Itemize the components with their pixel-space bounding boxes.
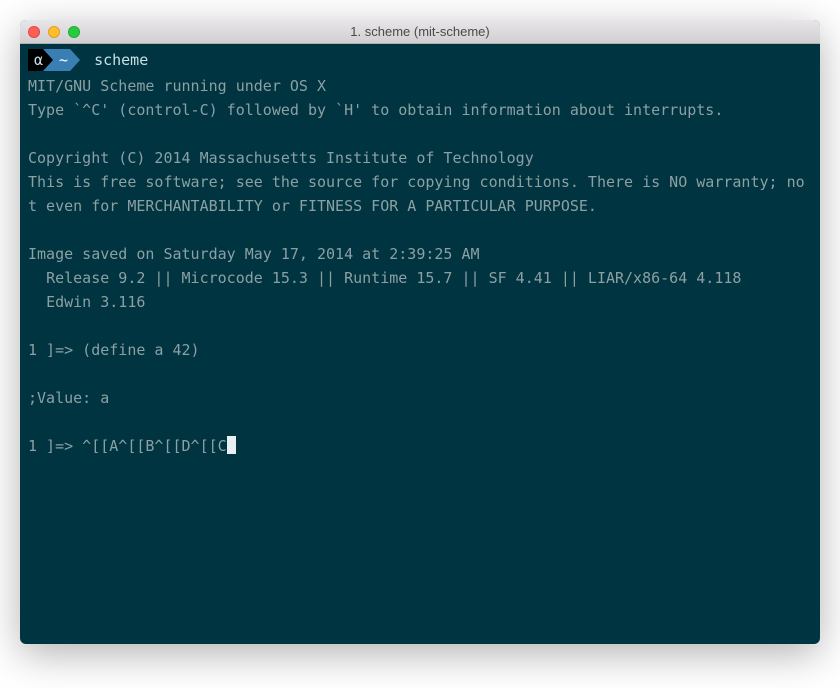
shell-prompt: α ~ scheme bbox=[28, 48, 812, 72]
output-line: This is free software; see the source fo… bbox=[28, 170, 812, 218]
output-line: Release 9.2 || Microcode 15.3 || Runtime… bbox=[28, 266, 812, 290]
output-line: MIT/GNU Scheme running under OS X bbox=[28, 74, 812, 98]
repl-input-text: 1 ]=> ^[[A^[[B^[[D^[[C bbox=[28, 437, 227, 455]
output-line: Type `^C' (control-C) followed by `H' to… bbox=[28, 98, 812, 122]
repl-output: ;Value: a bbox=[28, 386, 812, 410]
blank-line bbox=[28, 410, 812, 434]
prompt-command: scheme bbox=[94, 48, 148, 72]
blank-line bbox=[28, 122, 812, 146]
close-icon[interactable] bbox=[28, 26, 40, 38]
repl-line: 1 ]=> (define a 42) bbox=[28, 338, 812, 362]
blank-line bbox=[28, 362, 812, 386]
traffic-lights bbox=[28, 26, 80, 38]
terminal-window: 1. scheme (mit-scheme) α ~ scheme MIT/GN… bbox=[20, 20, 820, 644]
output-line: Image saved on Saturday May 17, 2014 at … bbox=[28, 242, 812, 266]
blank-line bbox=[28, 314, 812, 338]
minimize-icon[interactable] bbox=[48, 26, 60, 38]
titlebar[interactable]: 1. scheme (mit-scheme) bbox=[20, 20, 820, 44]
window-title: 1. scheme (mit-scheme) bbox=[28, 24, 812, 39]
repl-current-line[interactable]: 1 ]=> ^[[A^[[B^[[D^[[C bbox=[28, 434, 812, 458]
cursor-icon bbox=[227, 436, 236, 454]
blank-line bbox=[28, 218, 812, 242]
output-line: Copyright (C) 2014 Massachusetts Institu… bbox=[28, 146, 812, 170]
terminal-body[interactable]: α ~ scheme MIT/GNU Scheme running under … bbox=[20, 44, 820, 644]
maximize-icon[interactable] bbox=[68, 26, 80, 38]
output-line: Edwin 3.116 bbox=[28, 290, 812, 314]
